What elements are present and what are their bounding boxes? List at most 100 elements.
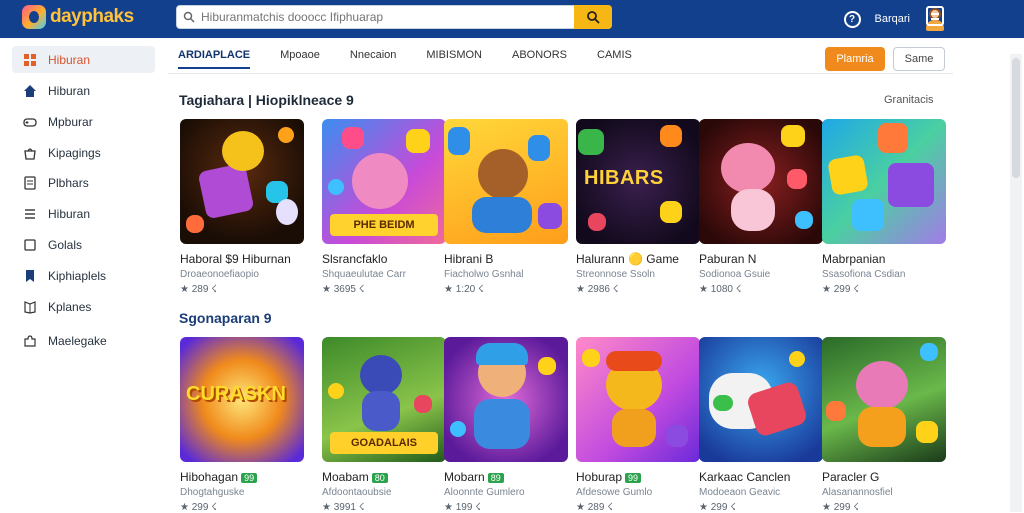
game-rating: ★ 1080 ☇ [699, 284, 742, 295]
game-subtitle: Afdesowe Gumlo [576, 487, 653, 498]
tab-6[interactable]: CAMIS [597, 49, 632, 69]
game-card[interactable]: Paburan N Sodionoa Gsuie ★ 1080 ☇ [699, 119, 823, 295]
sidebar-item-label: Kplanes [48, 299, 92, 314]
game-badge: 89 [487, 473, 504, 483]
game-subtitle: Droaeonoefiaopio [180, 269, 259, 280]
sidebar-item-label: Kipagings [48, 145, 101, 160]
sidebar-item-3[interactable]: Mpburar [12, 108, 155, 135]
game-subtitle: Afdoontaoubsie [322, 487, 392, 498]
sidebar-item-1[interactable]: Hiburan [12, 46, 155, 73]
tab-2[interactable]: Mpoaoe [280, 49, 320, 69]
doc-icon [22, 175, 38, 191]
game-thumbnail [444, 337, 568, 462]
tab-4[interactable]: MIBISMON [426, 49, 482, 69]
game-subtitle: Shquaeulutae Carr [322, 269, 406, 280]
search-input[interactable] [201, 10, 574, 24]
game-rating: ★ 1:20 ☇ [444, 284, 484, 295]
sidebar-item-label: Plbhars [48, 175, 89, 190]
game-subtitle: Fiacholwo Gsnhal [444, 269, 524, 280]
game-subtitle: Streonnose Ssoln [576, 269, 655, 280]
secondary-button[interactable]: Same [893, 47, 945, 71]
game-title: Hibohagan 99 [180, 470, 304, 484]
cube-icon [22, 237, 38, 253]
game-rating: ★ 3991 ☇ [322, 502, 365, 513]
game-rating: ★ 299 ☇ [699, 502, 736, 513]
game-thumbnail [444, 119, 568, 244]
search-icon [177, 11, 201, 23]
game-subtitle: Sodionoa Gsuie [699, 269, 771, 280]
game-subtitle: Aloonnte Gumlero [444, 487, 525, 498]
scrollbar[interactable] [1010, 54, 1022, 512]
sidebar-item-label: Kiphiaplels [48, 268, 107, 283]
list-icon [22, 206, 38, 222]
game-subtitle: Modoeaon Geavic [699, 487, 781, 498]
game-card[interactable]: GOADALAIS Moabam 80 Afdoontaoubsie ★ 3991… [322, 337, 446, 513]
sidebar-item-2[interactable]: Hiburan [12, 77, 155, 104]
tab-3[interactable]: Nnecaion [350, 49, 396, 69]
logo-text: dayphaks [50, 6, 134, 27]
game-card[interactable]: Mobarn 89 Aloonnte Gumlero ★ 199 ☇ [444, 337, 568, 513]
game-thumbnail [180, 119, 304, 244]
sidebar-item-9[interactable]: Kplanes [12, 293, 155, 320]
top-bar: dayphaks ? Barqari [0, 0, 1024, 38]
sidebar-item-7[interactable]: Golals [12, 231, 155, 258]
sidebar-item-10[interactable]: Maelegake [12, 327, 155, 354]
scrollbar-thumb[interactable] [1012, 58, 1020, 178]
user-name[interactable]: Barqari [875, 13, 910, 25]
sidebar-item-4[interactable]: Kipagings [12, 139, 155, 166]
game-rating: ★ 289 ☇ [180, 284, 217, 295]
game-card[interactable]: CURASKN Hibohagan 99 Dhogtahguske ★ 299 ☇ [180, 337, 304, 513]
section-title-1: Tagiahara | Hiopiklneace 9 [179, 92, 354, 108]
app-logo[interactable]: dayphaks [22, 5, 134, 29]
game-title: Karkaac Canclen [699, 470, 791, 484]
game-card[interactable]: Mabrpanian Ssasofiona Csdian ★ 299 ☇ [822, 119, 946, 295]
sidebar: Hiburan Hiburan Mpburar Kipagings Plbhar… [0, 38, 165, 512]
tab-1[interactable]: ARDIAPLACE [178, 49, 251, 69]
game-thumbnail: CURASKN [180, 337, 304, 462]
game-rating: ★ 299 ☇ [822, 502, 859, 513]
thumb-banner: PHE BEIDM [330, 214, 438, 236]
game-card[interactable]: Hoburap 99 Afdesowe Gumlo ★ 289 ☇ [576, 337, 700, 513]
notes-icon[interactable] [926, 6, 944, 26]
game-title: Paracler G [822, 470, 880, 484]
game-title: Mabrpanian [822, 252, 886, 266]
search-button[interactable] [574, 5, 612, 29]
game-badge: 99 [241, 473, 258, 483]
game-subtitle: Ssasofiona Csdian [822, 269, 906, 280]
thumb-banner: GOADALAIS [330, 432, 438, 454]
game-card[interactable]: HIBARS Halurann 🟡 Game Streonnose Ssoln … [576, 119, 700, 295]
help-icon[interactable]: ? [843, 10, 861, 28]
game-title: Haboral $9 Hiburnan [180, 252, 291, 266]
tab-5[interactable]: ABONORS [512, 49, 567, 69]
game-title: Mobarn 89 [444, 470, 568, 484]
sidebar-item-label: Mpburar [48, 114, 93, 129]
game-title: Slsrancfaklo [322, 252, 388, 266]
game-thumbnail [699, 119, 823, 244]
game-card[interactable]: Haboral $9 Hiburnan Droaeonoefiaopio ★ 2… [180, 119, 304, 295]
game-rating: ★ 3695 ☇ [322, 284, 365, 295]
tab-divider [168, 73, 953, 74]
game-card[interactable]: PHE BEIDM Slsrancfaklo Shquaeulutae Carr… [322, 119, 446, 295]
bookmark-icon [22, 268, 38, 284]
search-bar [176, 5, 612, 29]
sidebar-item-8[interactable]: Kiphiaplels [12, 262, 155, 289]
grid-icon [22, 52, 38, 68]
home-icon [22, 83, 38, 99]
sidebar-item-label: Maelegake [48, 333, 107, 348]
game-card[interactable]: Karkaac Canclen Modoeaon Geavic ★ 299 ☇ [699, 337, 823, 513]
sidebar-item-label: Hiburan [48, 206, 91, 221]
sidebar-item-6[interactable]: Hiburan [12, 200, 155, 227]
sidebar-item-5[interactable]: Plbhars [12, 169, 155, 196]
primary-button[interactable]: Plamria [825, 47, 885, 71]
game-thumbnail: HIBARS [576, 119, 700, 244]
game-card[interactable]: Hibrani B Fiacholwo Gsnhal ★ 1:20 ☇ [444, 119, 568, 295]
game-title: Halurann 🟡 Game [576, 252, 679, 266]
game-subtitle: Alasanannosfiel [822, 487, 893, 498]
search-button-icon [587, 11, 600, 24]
game-card[interactable]: Paracler G Alasanannosfiel ★ 299 ☇ [822, 337, 946, 513]
thumb-logo-text: HIBARS [584, 167, 664, 189]
see-all-link[interactable]: Granitacis [884, 94, 934, 106]
game-thumbnail [699, 337, 823, 462]
thumb-logo-text: CURASKN [186, 383, 286, 405]
game-thumbnail [822, 337, 946, 462]
